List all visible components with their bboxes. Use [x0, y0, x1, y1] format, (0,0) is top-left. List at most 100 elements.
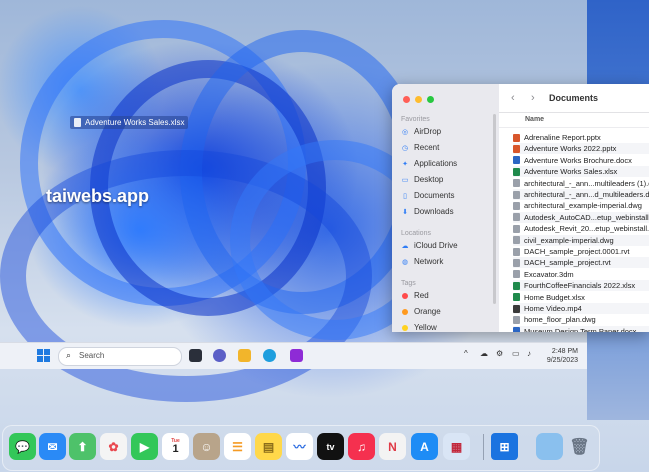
spreadsheet-file-icon [74, 118, 81, 127]
file-row[interactable]: DACH_sample_project.rvt [513, 257, 649, 269]
task-view-icon[interactable] [189, 349, 202, 362]
file-name: architectural_-_ann...multileaders (1).d… [524, 178, 649, 188]
file-row[interactable]: architectural_example-imperial.dwg [513, 200, 649, 211]
file-name: Adventure Works Sales.xlsx [524, 167, 618, 177]
app-store-icon[interactable]: A [411, 433, 438, 460]
desktop-file-xlsx[interactable]: Adventure Works Sales.xlsx [70, 116, 189, 129]
file-name: Adventure Works 2022.pptx [524, 144, 617, 154]
file-type-icon [513, 247, 520, 256]
chat-icon[interactable] [213, 349, 226, 362]
sidebar-item-orange[interactable]: Orange [401, 307, 441, 316]
maps-icon[interactable]: ⬆ [69, 433, 96, 460]
reminders-icon[interactable]: ☰ [224, 433, 251, 460]
file-row[interactable]: Adventure Works 2022.pptx [513, 143, 649, 155]
sidebar-item-recent[interactable]: ◷ Recent [401, 143, 439, 152]
network-icon: ◍ [401, 258, 409, 266]
file-row[interactable]: Home Budget.xlsx [513, 292, 649, 303]
apple-tv-icon[interactable]: tv [317, 433, 344, 460]
file-row[interactable]: Adventure Works Brochure.docx [513, 155, 649, 166]
file-row[interactable]: Home Video.mp4 [513, 303, 649, 314]
sidebar-item-applications[interactable]: ✦ Applications [401, 159, 457, 168]
sidebar-item-desktop[interactable]: ▭ Desktop [401, 175, 444, 184]
trash-icon[interactable]: 🗑 [566, 433, 593, 460]
file-type-icon [513, 144, 520, 153]
news-icon[interactable]: N [379, 433, 406, 460]
back-chevron-icon[interactable]: ‹ [511, 92, 515, 104]
mail-icon[interactable]: ✉ [39, 433, 66, 460]
file-row[interactable]: FourthCoffeeFinancials 2022.xlsx [513, 280, 649, 292]
file-row[interactable]: Museum Design Term Paper.docx [513, 325, 649, 332]
file-row[interactable]: Autodesk_AutoCAD...etup_webinstall.exe [513, 211, 649, 223]
sidebar-item-label: Documents [414, 191, 455, 200]
settings-icon[interactable]: ⚙ [496, 349, 503, 358]
file-row[interactable]: home_floor_plan.dwg [513, 314, 649, 325]
file-name: Adrenaline Report.pptx [524, 133, 601, 142]
contacts-icon[interactable]: ☺ [193, 433, 220, 460]
file-type-icon [513, 213, 520, 222]
volume-icon[interactable]: ♪ [527, 349, 531, 358]
music-icon[interactable]: ♫ [348, 433, 375, 460]
sidebar-item-downloads[interactable]: ⬇ Downloads [401, 207, 454, 216]
file-row[interactable]: architectural_-_ann...multileaders (1).d… [513, 178, 649, 189]
file-row[interactable]: Adrenaline Report.pptx [513, 132, 649, 143]
file-row[interactable]: Excavator.3dm [513, 269, 649, 280]
zoom-button[interactable] [427, 96, 434, 103]
sidebar-item-red[interactable]: Red [401, 291, 429, 300]
cloud-sync-icon[interactable]: ☁ [480, 349, 488, 358]
windows-app-icon[interactable]: ⊞ [491, 433, 518, 460]
edge-browser-icon[interactable] [263, 349, 276, 362]
parallels-icon[interactable]: ▦ [443, 433, 470, 460]
freeform-icon[interactable]: 〰 [286, 433, 313, 460]
file-row[interactable]: civil_example-imperial.dwg [513, 234, 649, 246]
file-row[interactable]: Adventure Works Sales.xlsx [513, 166, 649, 178]
file-row[interactable]: architectural_-_ann...d_multileaders.dwg [513, 189, 649, 200]
sidebar-item-documents[interactable]: ▯ Documents [401, 191, 454, 200]
file-type-icon [513, 258, 520, 267]
display-icon[interactable]: ▭ [512, 349, 520, 358]
file-type-icon [513, 167, 520, 176]
file-name: Home Budget.xlsx [524, 292, 585, 302]
file-name: DACH_sample_project.0001.rvt [524, 247, 630, 256]
dock-divider [483, 434, 484, 460]
downloads-folder-icon[interactable] [536, 433, 563, 460]
taskbar-clock[interactable]: 2:48 PM 9/25/2023 [542, 347, 578, 365]
file-type-icon [513, 236, 520, 245]
file-type-icon [513, 327, 520, 332]
sidebar-item-yellow[interactable]: Yellow [401, 323, 437, 332]
minimize-button[interactable] [415, 96, 422, 103]
notes-icon[interactable]: ▤ [255, 433, 282, 460]
finder-window: Favorites ◎ AirDrop ◷ Recent ✦ Applications ▭ D… [392, 84, 649, 332]
file-name: civil_example-imperial.dwg [524, 235, 614, 245]
file-name: architectural_example-imperial.dwg [524, 201, 642, 211]
airdrop-icon: ◎ [401, 128, 409, 136]
clock-time: 2:48 PM [551, 348, 578, 355]
calendar-icon[interactable]: Tue 1 [162, 433, 189, 460]
forward-chevron-icon[interactable]: › [531, 92, 535, 104]
sidebar-scrollbar[interactable] [493, 114, 496, 304]
store-app-icon[interactable] [290, 349, 303, 362]
sidebar-item-network[interactable]: ◍ Network [401, 257, 443, 266]
file-name: Museum Design Term Paper.docx [524, 326, 637, 332]
sidebar-item-label: AirDrop [414, 127, 442, 136]
photos-icon[interactable]: ✿ [100, 433, 127, 460]
tag-color-dot [401, 324, 409, 332]
file-name: Home Video.mp4 [524, 304, 582, 313]
file-type-icon [513, 315, 520, 324]
sidebar-item-label: Downloads [414, 207, 454, 216]
sidebar-item-airdrop[interactable]: ◎ AirDrop [401, 127, 441, 136]
messages-icon[interactable]: 💬 [9, 433, 36, 460]
sidebar-item-icloud-drive[interactable]: ☁ iCloud Drive [401, 241, 458, 250]
file-row[interactable]: DACH_sample_project.0001.rvt [513, 246, 649, 257]
close-button[interactable] [403, 96, 410, 103]
name-column-header[interactable]: Name [499, 114, 649, 128]
taskbar-search[interactable]: ⌕ Search [58, 347, 182, 366]
file-name: FourthCoffeeFinancials 2022.xlsx [524, 281, 636, 291]
file-name: Excavator.3dm [524, 269, 574, 279]
file-type-icon [513, 133, 520, 142]
facetime-icon[interactable]: ▶ [131, 433, 158, 460]
file-row[interactable]: Autodesk_Revit_20...etup_webinstall.exe [513, 223, 649, 234]
chevron-up-icon[interactable]: ^ [464, 349, 468, 358]
file-name: Autodesk_Revit_20...etup_webinstall.exe [524, 224, 649, 234]
windows-start-icon[interactable] [37, 349, 50, 362]
file-explorer-icon[interactable] [238, 349, 251, 362]
